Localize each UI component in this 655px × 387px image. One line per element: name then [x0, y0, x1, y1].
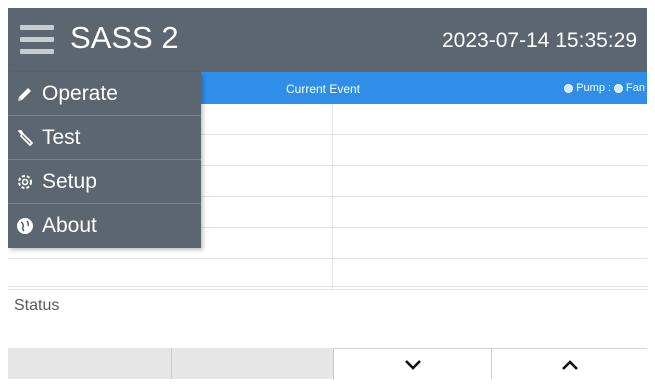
gear-icon [14, 171, 36, 193]
pencil-icon [14, 83, 36, 105]
globe-icon [14, 215, 36, 237]
menu-item-test[interactable]: Test [8, 116, 201, 160]
table-cell [8, 259, 333, 289]
fan-status-indicator-icon [614, 83, 624, 93]
menu-item-label: Operate [42, 81, 118, 105]
bottom-nav-bar [8, 348, 647, 379]
bottom-button-1[interactable] [8, 348, 173, 379]
app-window: SASS 2 2023-07-14 15:35:29 Current Event… [8, 8, 647, 379]
pump-label: Pump [576, 82, 605, 94]
top-bar: SASS 2 2023-07-14 15:35:29 [8, 8, 647, 72]
hamburger-menu-icon[interactable] [20, 25, 54, 55]
menu-item-label: Setup [42, 169, 97, 193]
fan-label: Fan [626, 82, 645, 94]
indicator-separator: : [607, 82, 612, 94]
app-title: SASS 2 [70, 20, 179, 55]
scroll-up-button[interactable] [492, 348, 647, 379]
scroll-down-button[interactable] [333, 348, 493, 379]
menu-item-about[interactable]: About [8, 204, 201, 247]
bottom-button-2[interactable] [172, 348, 334, 379]
chevron-down-icon [404, 359, 421, 370]
menu-item-operate[interactable]: Operate [8, 72, 201, 116]
menu-item-label: About [42, 213, 97, 237]
datetime-display: 2023-07-14 15:35:29 [442, 29, 637, 52]
status-label: Status [14, 297, 60, 314]
nav-menu: Operate Test Setup About [8, 72, 201, 248]
pump-status-indicator-icon [564, 83, 574, 93]
current-event-label: Current Event [286, 82, 361, 96]
status-panel: Status [8, 286, 647, 349]
wrench-icon [14, 127, 36, 149]
menu-item-label: Test [42, 125, 81, 149]
menu-item-setup[interactable]: Setup [8, 160, 201, 204]
chevron-up-icon [561, 359, 578, 370]
device-indicators: Pump : Fan [564, 82, 645, 94]
